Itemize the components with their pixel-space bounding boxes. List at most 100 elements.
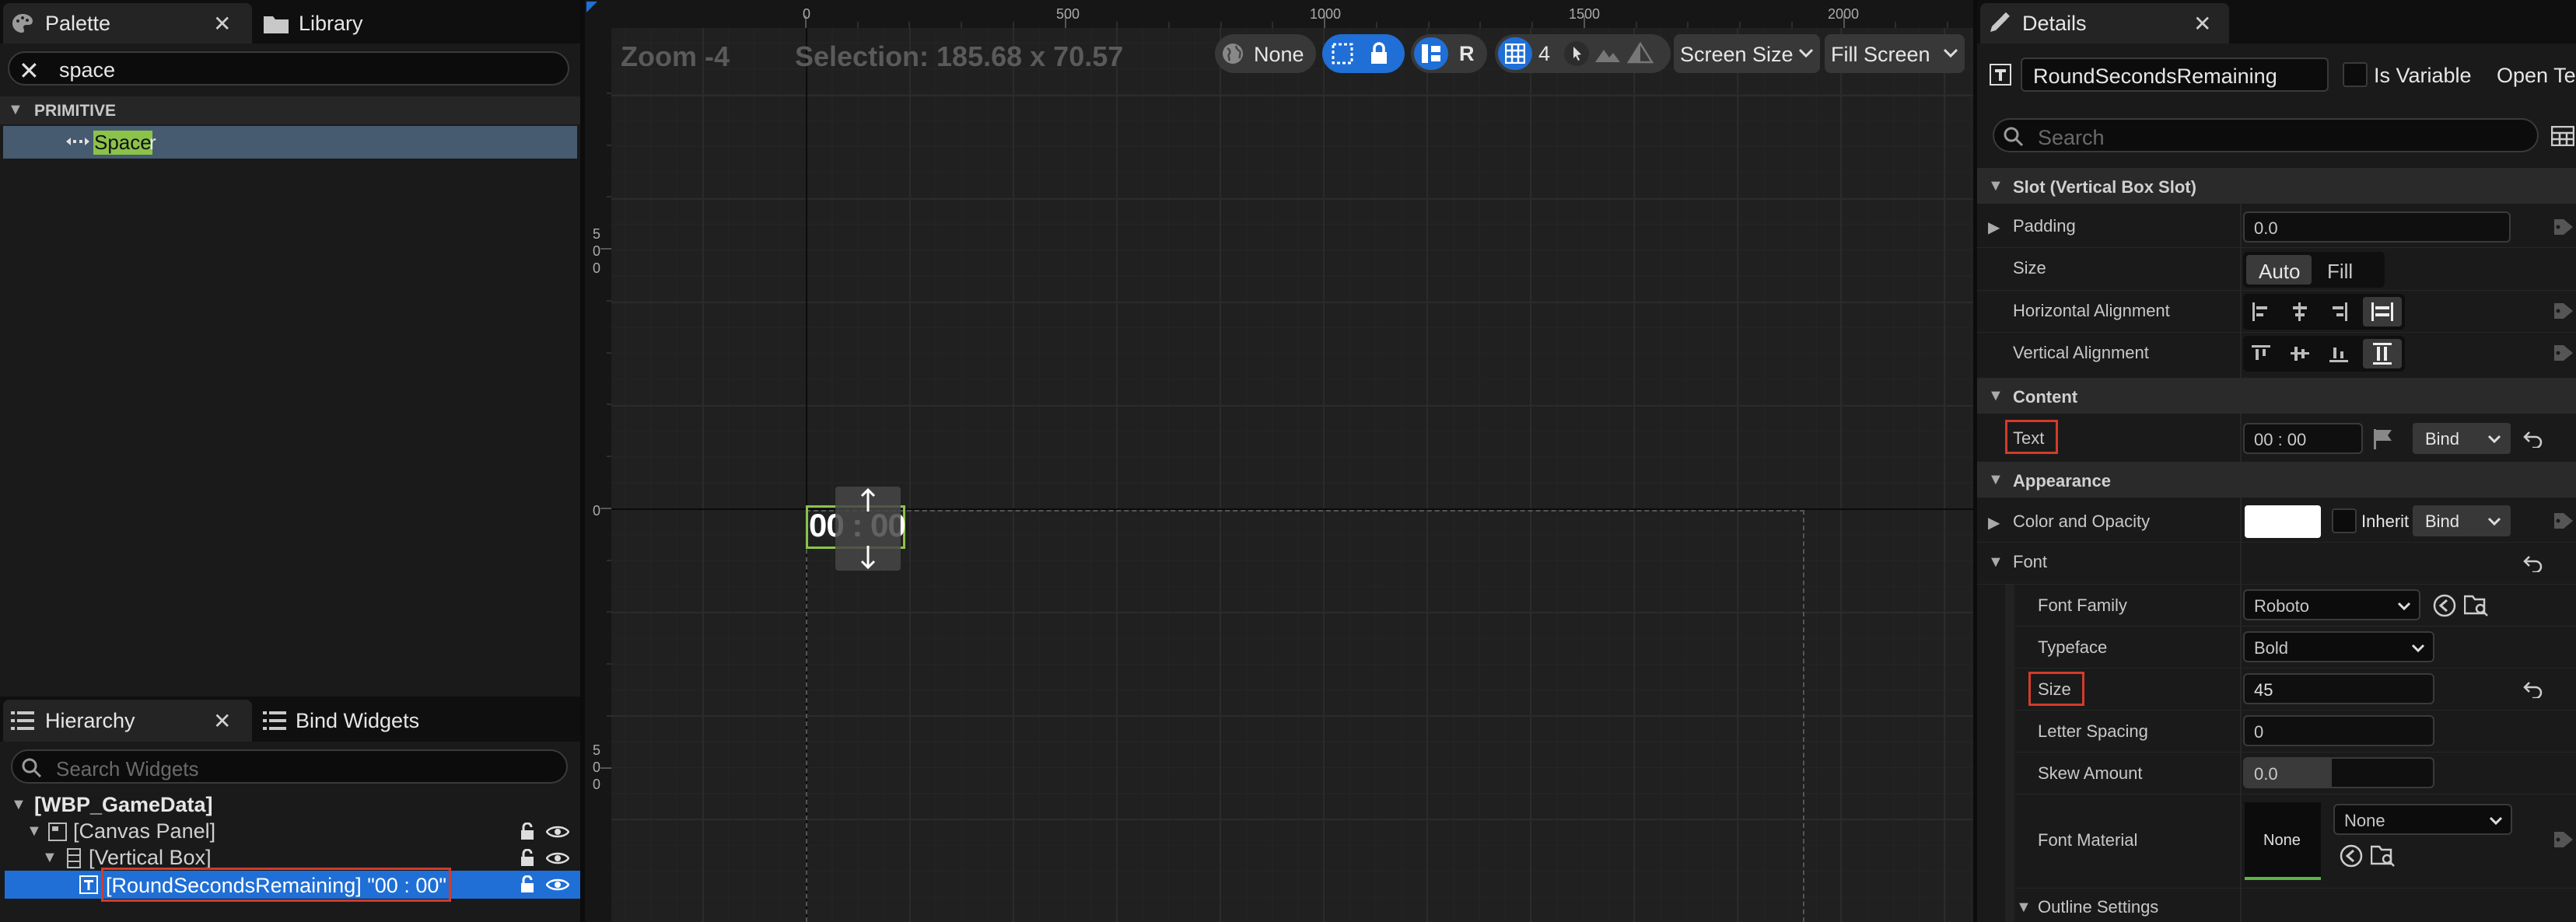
tree-node-label: [WBP_GameData] <box>34 793 213 816</box>
color-bind-dropdown[interactable]: Bind <box>2413 505 2511 536</box>
inherit-checkbox[interactable] <box>2332 508 2357 533</box>
details-search-input[interactable]: Search <box>2038 126 2105 150</box>
unlock-icon[interactable] <box>520 849 537 868</box>
padding-input[interactable]: 0.0 <box>2243 211 2511 243</box>
palette-search-box[interactable]: ✕ space <box>8 51 569 86</box>
triangle-icon[interactable] <box>1627 42 1654 64</box>
inherit-label: Inherit <box>2361 512 2410 531</box>
expand-arrow-icon[interactable]: ▶ <box>1988 513 2000 533</box>
skew-slider[interactable]: 0.0 <box>2243 757 2434 788</box>
browse-folder-icon[interactable] <box>2464 594 2489 617</box>
layout-button[interactable] <box>1414 37 1448 70</box>
eye-icon[interactable] <box>546 877 569 892</box>
browse-folder-icon[interactable] <box>2371 844 2396 868</box>
layout-toggle-group: R <box>1411 34 1487 73</box>
font-material-thumbnail[interactable]: None <box>2245 802 2321 880</box>
use-selected-icon[interactable] <box>2433 594 2456 617</box>
letter-spacing-value: 0 <box>2254 722 2264 742</box>
tree-node-vertical-box[interactable]: ▼ [Vertical Box] <box>0 844 580 871</box>
palette-search-input[interactable]: space <box>59 58 115 82</box>
chevron-down-icon <box>1943 48 1958 59</box>
details-search-box[interactable]: Search <box>1993 118 2539 152</box>
marquee-select-icon[interactable] <box>1332 43 1353 65</box>
size-auto-button[interactable]: Auto <box>2246 255 2312 285</box>
tab-bind-widgets[interactable]: Bind Widgets <box>257 700 506 742</box>
row-divider <box>2014 668 2576 669</box>
use-selected-icon[interactable] <box>2340 844 2363 868</box>
font-material-dropdown[interactable]: None <box>2333 804 2512 835</box>
binding-tag-icon[interactable] <box>2553 218 2574 236</box>
binding-tag-icon[interactable] <box>2553 512 2574 530</box>
grid-snap-button[interactable] <box>1498 37 1532 70</box>
expand-arrow-icon[interactable]: ▼ <box>1988 554 2004 571</box>
reflect-button[interactable]: R <box>1459 42 1475 66</box>
reset-arrow-icon[interactable] <box>2523 679 2543 698</box>
text-bind-dropdown[interactable]: Bind <box>2413 423 2511 454</box>
clear-search-icon[interactable]: ✕ <box>19 56 40 86</box>
tab-details[interactable]: Details ✕ <box>1980 3 2229 44</box>
ruler-label: 2000 <box>1828 6 1860 22</box>
eye-icon[interactable] <box>546 824 569 840</box>
color-swatch[interactable] <box>2245 505 2321 538</box>
eye-icon[interactable] <box>546 850 569 866</box>
section-slot[interactable]: ▼ Slot (Vertical Box Slot) <box>1977 168 2576 204</box>
pointer-icon[interactable] <box>1563 40 1590 67</box>
grid-snap-value[interactable]: 4 <box>1538 42 1550 66</box>
size-fill-button[interactable]: Fill <box>2327 260 2353 284</box>
image-icon[interactable] <box>1594 44 1621 64</box>
hierarchy-close-icon[interactable]: ✕ <box>213 708 231 734</box>
skew-value: 0.0 <box>2254 764 2278 784</box>
typeface-dropdown[interactable]: Bold <box>2243 631 2434 662</box>
align-top-icon[interactable] <box>2251 344 2271 364</box>
widget-name-field[interactable]: RoundSecondsRemaining <box>2021 58 2329 92</box>
hierarchy-search-box[interactable]: Search Widgets <box>11 749 568 784</box>
binding-tag-icon[interactable] <box>2553 302 2574 320</box>
hierarchy-tab-label: Hierarchy <box>45 709 135 732</box>
reset-arrow-icon[interactable] <box>2523 554 2543 572</box>
valign-fill-button[interactable] <box>2363 339 2402 368</box>
align-left-icon[interactable] <box>2251 302 2271 322</box>
screen-size-dropdown[interactable]: Screen Size <box>1674 34 1820 73</box>
details-close-icon[interactable]: ✕ <box>2193 11 2211 37</box>
palette-category-primitive[interactable]: ▼ PRIMITIVE <box>0 96 580 124</box>
reset-arrow-icon[interactable] <box>2523 429 2543 448</box>
align-middle-icon[interactable] <box>2290 344 2310 364</box>
section-appearance[interactable]: ▼ Appearance <box>1977 462 2576 498</box>
binding-tag-icon[interactable] <box>2553 344 2574 362</box>
resize-handle[interactable] <box>835 487 901 571</box>
hierarchy-search-input[interactable]: Search Widgets <box>56 757 199 781</box>
lock-icon[interactable] <box>1369 42 1389 65</box>
collapse-arrow-icon: ▼ <box>1988 471 2004 488</box>
unlock-icon[interactable] <box>520 822 537 841</box>
open-link[interactable]: Open Te <box>2497 64 2576 88</box>
pencil-icon <box>1988 12 2010 34</box>
localize-flag-icon[interactable] <box>2372 428 2394 451</box>
fill-screen-dropdown[interactable]: Fill Screen <box>1825 34 1965 73</box>
tab-palette[interactable]: Palette ✕ <box>3 3 252 44</box>
expand-arrow-icon[interactable]: ▼ <box>2016 899 2032 917</box>
color-bind-label: Bind <box>2425 512 2460 531</box>
align-center-icon[interactable] <box>2290 302 2310 322</box>
expand-arrow-icon[interactable]: ▶ <box>1988 218 2000 237</box>
ruler-label: 1500 <box>1569 6 1601 22</box>
table-view-icon[interactable] <box>2551 126 2574 146</box>
font-family-dropdown[interactable]: Roboto <box>2243 589 2420 620</box>
is-variable-checkbox[interactable] <box>2343 62 2368 87</box>
tree-node-canvas-panel[interactable]: ▼ [Canvas Panel] <box>0 818 580 844</box>
designer-canvas[interactable]: 0 500 1000 1500 2000 5 0 0 0 5 0 0 Zoom … <box>585 0 1973 922</box>
align-right-icon[interactable] <box>2329 302 2349 322</box>
section-content[interactable]: ▼ Content <box>1977 378 2576 414</box>
unlock-icon[interactable] <box>520 875 537 894</box>
text-prop-input[interactable]: 00 : 00 <box>2243 423 2363 454</box>
binding-tag-icon[interactable] <box>2553 830 2574 849</box>
tab-library[interactable]: Library <box>257 3 490 44</box>
localization-dropdown[interactable]: None <box>1215 34 1316 73</box>
tree-node-wbp-gamedata[interactable]: ▼ [WBP_GameData] <box>0 791 580 818</box>
letter-spacing-input[interactable]: 0 <box>2243 715 2434 746</box>
align-fill-button[interactable] <box>2363 297 2402 327</box>
align-bottom-icon[interactable] <box>2329 344 2349 364</box>
palette-close-icon[interactable]: ✕ <box>213 11 231 37</box>
tab-hierarchy[interactable]: Hierarchy ✕ <box>3 700 252 742</box>
font-size-input[interactable]: 45 <box>2243 673 2434 704</box>
palette-item-spacer[interactable]: Space r <box>3 126 577 159</box>
